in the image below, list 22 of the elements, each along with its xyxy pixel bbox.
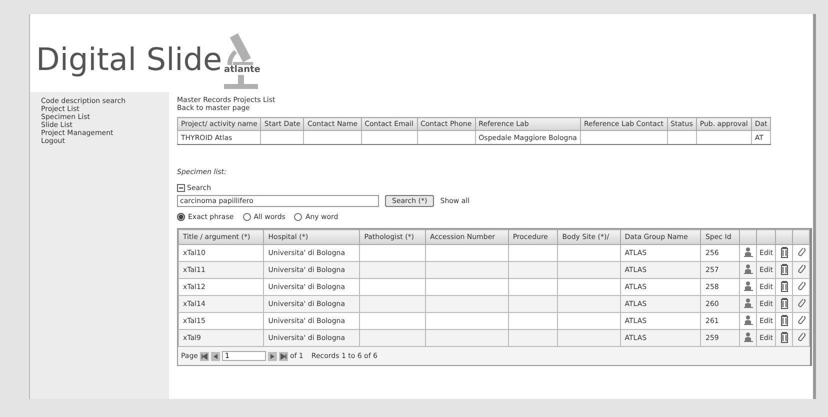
first-page-icon[interactable] bbox=[200, 352, 209, 360]
person-icon[interactable] bbox=[744, 298, 753, 308]
person-icon[interactable] bbox=[744, 332, 753, 342]
last-page-icon[interactable] bbox=[278, 352, 288, 360]
logo-subtitle: atlante bbox=[224, 65, 260, 75]
collapse-icon[interactable] bbox=[177, 184, 185, 192]
logo-title: Digital Slide bbox=[36, 45, 222, 76]
trash-icon[interactable] bbox=[780, 332, 788, 342]
next-page-icon[interactable] bbox=[268, 352, 277, 360]
trash-icon[interactable] bbox=[780, 280, 788, 292]
person-icon[interactable] bbox=[744, 247, 753, 257]
radio-button[interactable] bbox=[177, 213, 185, 221]
person-icon[interactable] bbox=[744, 264, 753, 274]
radio-button[interactable] bbox=[294, 213, 302, 221]
person-icon[interactable] bbox=[744, 315, 753, 325]
previous-page-icon[interactable] bbox=[210, 352, 220, 360]
trash-icon[interactable] bbox=[780, 264, 788, 274]
person-icon[interactable] bbox=[744, 281, 753, 291]
trash-icon[interactable] bbox=[780, 298, 788, 308]
trash-icon[interactable] bbox=[780, 246, 788, 258]
radio-button[interactable] bbox=[242, 213, 251, 221]
trash-icon[interactable] bbox=[780, 314, 788, 326]
